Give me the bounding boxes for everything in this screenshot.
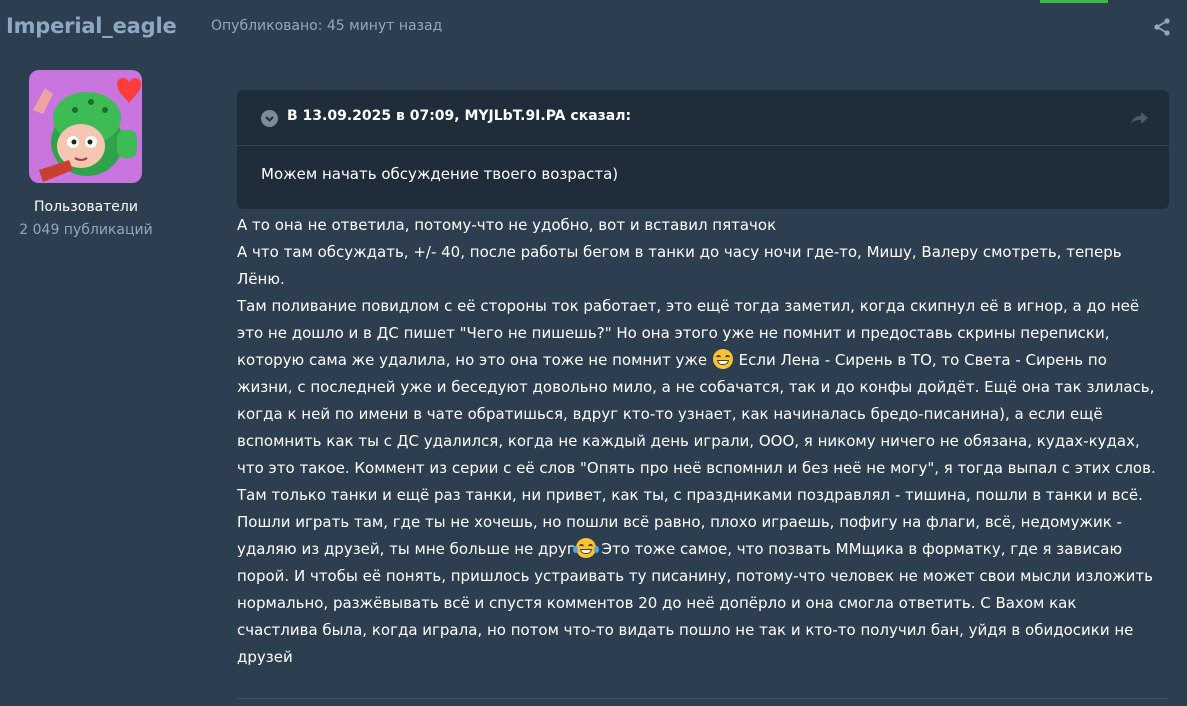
user-post-count[interactable]: 2 049 публикаций bbox=[0, 222, 172, 238]
post-line-1: А то она не ответила, потому-что не удоб… bbox=[237, 216, 777, 234]
crying-laughing-emoji-icon bbox=[572, 538, 599, 558]
post-text-b: Если Лена - Сирень в ТО, то Света - Сире… bbox=[237, 351, 1156, 558]
post-timestamp[interactable]: Опубликовано: 45 минут назад bbox=[211, 18, 442, 34]
post-paragraph: Там поливание повидлом с её стороны ток … bbox=[237, 293, 1157, 671]
chevron-down-icon[interactable] bbox=[261, 110, 278, 127]
author-name-link[interactable]: Imperial_eagle bbox=[6, 14, 177, 38]
quote-text: Можем начать обсуждение твоего возраста) bbox=[261, 165, 619, 183]
share-icon[interactable] bbox=[1152, 17, 1172, 37]
forward-arrow-icon[interactable] bbox=[1131, 110, 1149, 126]
post-divider bbox=[237, 698, 1169, 699]
user-group-label: Пользователи bbox=[34, 199, 138, 215]
post-text-c: Это тоже самое, что позвать ММщика в фор… bbox=[237, 540, 1153, 666]
quote-header: В 13.09.2025 в 07:09, MYJLbT.9I.PA сказа… bbox=[237, 90, 1169, 146]
post-line-2: А что там обсуждать, +/- 40, после работ… bbox=[237, 243, 1122, 288]
quote-author: В 13.09.2025 в 07:09, MYJLbT.9I.PA сказа… bbox=[287, 108, 632, 124]
grinning-emoji-icon bbox=[712, 349, 733, 369]
post-content: А то она не ответила, потому-что не удоб… bbox=[237, 212, 1157, 671]
top-accent-bar bbox=[1040, 0, 1108, 3]
quote-block: В 13.09.2025 в 07:09, MYJLbT.9I.PA сказа… bbox=[237, 90, 1169, 209]
avatar[interactable] bbox=[29, 70, 142, 183]
